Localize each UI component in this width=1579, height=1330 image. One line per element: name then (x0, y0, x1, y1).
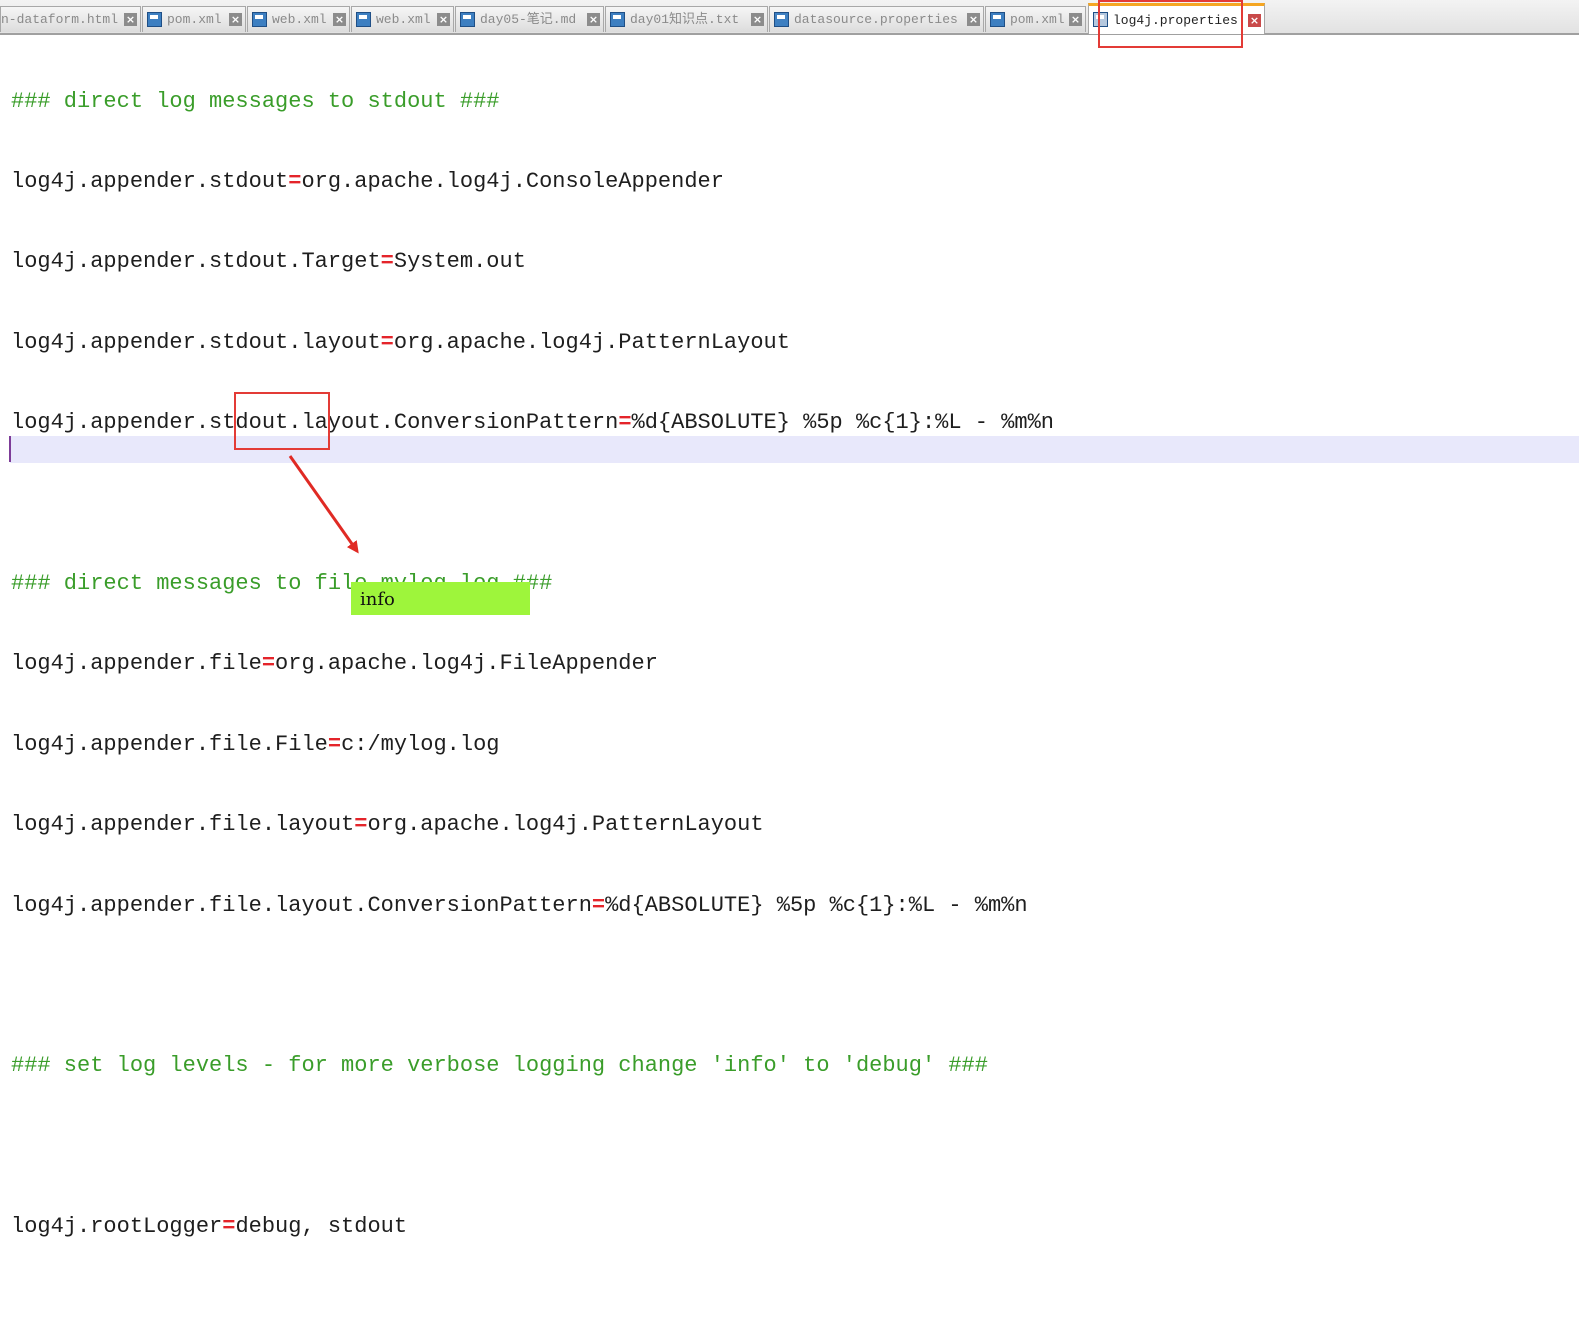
code-line: log4j.appender.file.layout=org.apache.lo… (11, 812, 1054, 839)
equals-sign: = (591, 892, 606, 918)
property-key: log4j.appender.file.File (11, 731, 328, 757)
code-line: log4j.rootLogger=debug, stdout (11, 1214, 1054, 1241)
property-value: debug, stdout (235, 1214, 408, 1240)
code-line: log4j.appender.file.layout.ConversionPat… (11, 893, 1054, 920)
annotation-arrow (288, 455, 359, 554)
info-note: info (351, 582, 530, 615)
code-line: ### set log levels - for more verbose lo… (11, 1053, 1054, 1080)
equals-sign: = (354, 812, 368, 838)
property-value: c:/mylog.log (341, 731, 500, 757)
equals-sign: = (327, 731, 342, 757)
code-line: log4j.appender.file.File=c:/mylog.log (11, 732, 1054, 759)
equals-sign: = (222, 1214, 236, 1240)
comment-text: ### set log levels - for more verbose lo… (11, 1053, 988, 1079)
property-value: %d{ABSOLUTE} %5p %c{1}:%L - %m%n (605, 892, 1028, 918)
property-value: org.apache.log4j.PatternLayout (367, 812, 764, 838)
property-key: log4j.rootLogger (11, 1214, 223, 1240)
property-key: log4j.appender.file.layout (11, 812, 355, 838)
property-key: log4j.appender.file.layout.ConversionPat… (11, 892, 592, 918)
